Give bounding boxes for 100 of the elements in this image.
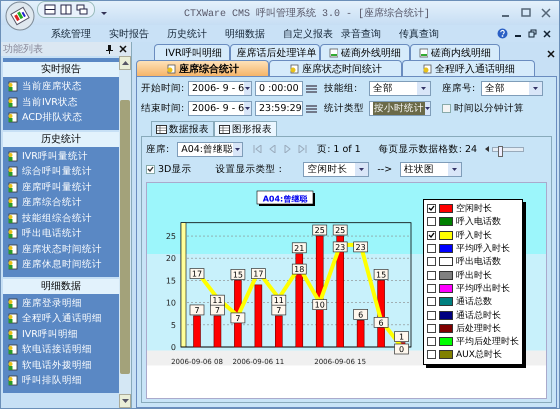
dropdown-arrow-icon[interactable]: [235, 148, 240, 150]
checkbox[interactable]: [427, 204, 436, 214]
sidebar-item[interactable]: 座席休息时间统计: [22, 258, 102, 272]
legend-label: 通话总时长: [456, 310, 501, 322]
checkbox[interactable]: [427, 230, 436, 240]
menu-item[interactable]: 历史统计: [167, 26, 225, 40]
spin-icon[interactable]: [306, 104, 317, 114]
close-icon[interactable]: [547, 50, 555, 58]
dropdown-arrow-icon[interactable]: [245, 87, 250, 90]
legend-label: 平均呼出时长: [456, 282, 510, 295]
checkbox[interactable]: [427, 310, 436, 320]
menu-item[interactable]: 系统管理: [51, 26, 109, 40]
dropdown-icon[interactable]: [101, 10, 107, 16]
checkbox[interactable]: [427, 257, 436, 266]
layout-icon[interactable]: [44, 4, 56, 14]
type-dropdown[interactable]: 空闲时长: [303, 162, 370, 177]
sidebar-item[interactable]: 软电话外拨明细: [22, 358, 92, 372]
dropdown-arrow-icon[interactable]: [359, 168, 364, 171]
sidebar-item[interactable]: 技能组综合统计: [22, 212, 92, 225]
document-icon: [7, 344, 18, 356]
data-label: 17: [190, 268, 204, 279]
data-label: 21: [292, 242, 307, 254]
checkbox[interactable]: 时间以分钟计算: [442, 102, 524, 115]
dropdown-arrow-icon[interactable]: [452, 168, 458, 171]
checkbox[interactable]: [427, 324, 436, 333]
dropdown-arrow-icon[interactable]: [425, 107, 430, 110]
close-icon[interactable]: [543, 30, 551, 38]
checkbox[interactable]: [427, 217, 436, 226]
dropdown-arrow-icon[interactable]: [421, 87, 426, 90]
table-icon: [219, 124, 230, 134]
checkbox[interactable]: [427, 270, 436, 280]
date-field[interactable]: 2006- 9 - 6: [188, 81, 252, 96]
sidebar-item[interactable]: ACD排队状态: [22, 111, 82, 124]
chart-style-dropdown[interactable]: 柱状图: [400, 162, 462, 177]
date-field[interactable]: 2006- 9 - 6: [188, 101, 252, 116]
restore-icon[interactable]: [528, 29, 537, 38]
spin-icon[interactable]: [306, 84, 317, 94]
bar: [193, 316, 201, 348]
tab[interactable]: 座席话后处理详单: [230, 44, 320, 60]
sidebar-item[interactable]: IVR呼叫明细: [22, 328, 78, 341]
section-header[interactable]: 明细数据: [3, 278, 119, 294]
tab[interactable]: 图形报表: [214, 121, 277, 136]
seat-dropdown[interactable]: 全部: [481, 81, 543, 96]
field-label: 开始时间:: [141, 82, 185, 95]
data-label: 17: [253, 270, 264, 279]
menu-item[interactable]: 传真查询: [399, 26, 457, 40]
menu-item[interactable]: 明细数据: [225, 26, 283, 40]
left-arrow-icon[interactable]: [485, 146, 490, 152]
menu-item[interactable]: 录音查询: [341, 26, 399, 40]
data-label: 11: [210, 294, 225, 306]
scroll-up-icon[interactable]: [122, 61, 128, 65]
data-label: 7: [194, 306, 200, 315]
sidebar-item[interactable]: 全程呼入通话明细: [22, 312, 102, 326]
sidebar-item[interactable]: 座席综合统计: [22, 196, 82, 210]
slider-thumb[interactable]: [498, 146, 504, 156]
tab[interactable]: 座席综合统计: [136, 60, 269, 76]
checkbox[interactable]: [427, 337, 436, 346]
checkbox[interactable]: [427, 244, 436, 254]
tab[interactable]: 座席状态时间统计: [269, 60, 402, 76]
checkbox[interactable]: [427, 297, 436, 306]
windows-icon[interactable]: [76, 4, 88, 14]
dropdown-arrow-icon[interactable]: [533, 87, 538, 90]
scroll-down-icon[interactable]: [122, 399, 128, 403]
checkbox[interactable]: [427, 284, 436, 293]
menu-item[interactable]: 实时报告: [109, 26, 167, 40]
sidebar-item[interactable]: 当前座席状态: [22, 80, 82, 94]
tab[interactable]: 磋商外线明细: [320, 44, 410, 60]
pin-icon[interactable]: [106, 44, 113, 54]
skill-dropdown[interactable]: 全部: [369, 81, 431, 96]
sidebar-item[interactable]: 座席呼叫量统计: [22, 180, 92, 194]
sidebar-item[interactable]: 呼叫排队明细: [22, 374, 82, 388]
sidebar-item[interactable]: 呼出电话统计: [22, 227, 82, 240]
menu-item[interactable]: 自定义报表: [283, 26, 341, 40]
layout-icon[interactable]: [60, 4, 72, 14]
tab[interactable]: 数据报表: [151, 121, 214, 136]
sidebar-item[interactable]: 座席状态时间统计: [22, 242, 102, 256]
time-field[interactable]: 0 :00:00: [255, 81, 303, 96]
sidebar-item[interactable]: IVR呼叫量统计: [22, 150, 88, 163]
document-icon: [7, 298, 18, 309]
time-field[interactable]: 23:59:29: [255, 101, 303, 116]
section-header[interactable]: 历史统计: [3, 132, 119, 146]
tab[interactable]: IVR呼叫明细: [154, 44, 230, 60]
type-dropdown[interactable]: 按小时统计: [369, 101, 431, 116]
seat-dropdown[interactable]: A04:曾继聪: [177, 142, 244, 156]
sidebar-item[interactable]: 综合呼叫量统计: [22, 165, 92, 178]
checkbox[interactable]: [427, 350, 436, 360]
document-icon: [289, 64, 299, 74]
scrollbar[interactable]: [119, 56, 131, 408]
checkbox[interactable]: 3D显示: [146, 163, 192, 176]
help-icon[interactable]: [497, 28, 508, 39]
dropdown-arrow-icon[interactable]: [245, 107, 250, 110]
sidebar-item[interactable]: 当前IVR状态: [22, 96, 78, 109]
section-header[interactable]: 实时报告: [3, 62, 119, 77]
sidebar-item[interactable]: 座席登录明细: [22, 296, 82, 310]
tab[interactable]: 磋商内线明细: [410, 44, 500, 60]
sidebar-item[interactable]: 软电话接话明细: [22, 343, 92, 356]
tab[interactable]: 全程呼入通话明细: [402, 60, 535, 76]
close-icon[interactable]: [119, 45, 127, 53]
maximize-icon[interactable]: [521, 8, 531, 18]
y-tick-label: 15: [166, 276, 176, 286]
